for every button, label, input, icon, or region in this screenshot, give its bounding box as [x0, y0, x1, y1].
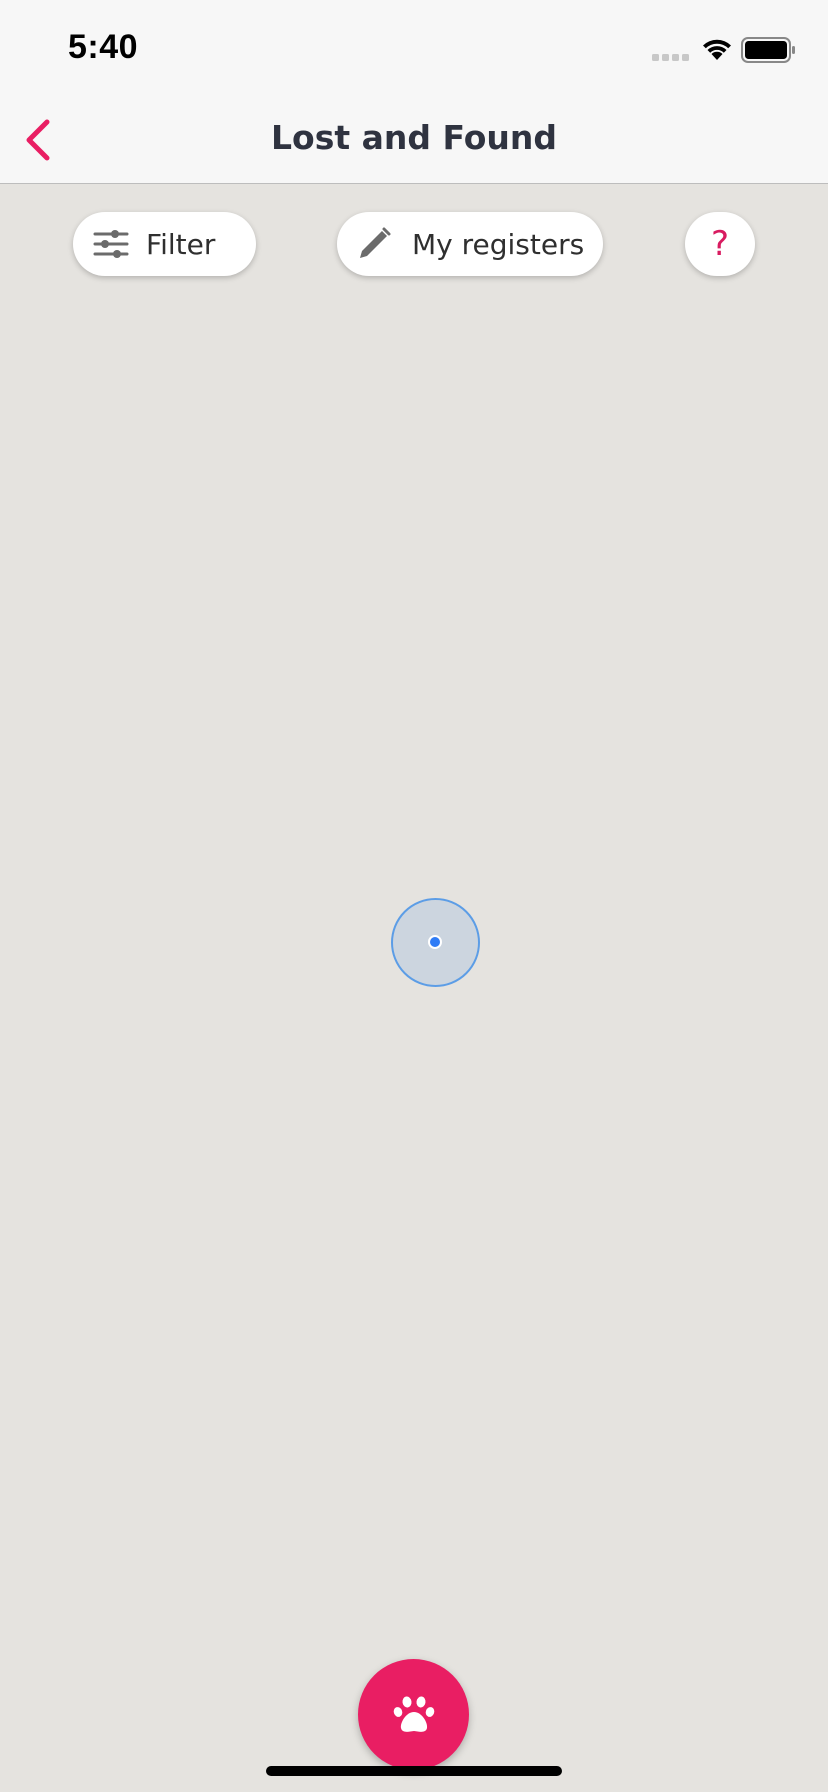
wifi-icon: [703, 39, 731, 60]
status-bar: 5:40: [0, 0, 828, 96]
page-title: Lost and Found: [271, 118, 557, 157]
my-registers-button[interactable]: My registers: [337, 212, 603, 276]
cellular-signal-icon: [652, 54, 689, 61]
question-mark-icon: ?: [710, 224, 730, 264]
add-pet-report-button[interactable]: [358, 1659, 469, 1770]
my-registers-label: My registers: [412, 227, 585, 261]
filter-label: Filter: [146, 227, 216, 261]
filter-button[interactable]: Filter: [73, 212, 256, 276]
paw-icon: [393, 1696, 434, 1732]
map-view[interactable]: [0, 185, 828, 1792]
current-location-dot: [428, 935, 442, 949]
pencil-icon: [360, 227, 391, 258]
help-button[interactable]: ?: [685, 212, 755, 276]
battery-icon: [741, 37, 795, 63]
status-time: 5:40: [68, 28, 139, 66]
lost-and-found-screen: 5:40 Lost and Found Filter My registers …: [0, 0, 828, 1792]
home-indicator: [266, 1766, 562, 1776]
sliders-icon: [93, 230, 129, 258]
navigation-bar: Lost and Found: [0, 96, 828, 184]
